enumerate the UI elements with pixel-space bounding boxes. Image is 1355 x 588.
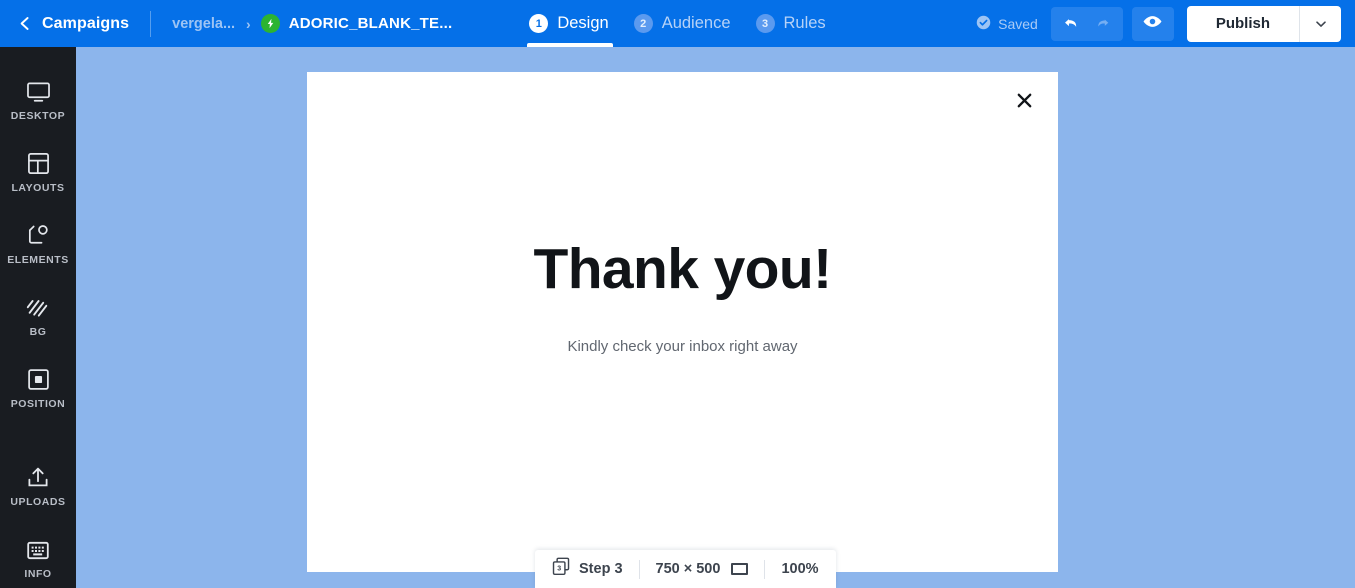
check-circle-icon [976, 15, 991, 33]
step-number-1: 1 [529, 14, 549, 33]
pages-stack-icon: 3 [552, 557, 571, 581]
sidebar-item-desktop[interactable]: DESKTOP [0, 63, 76, 135]
status-divider-2 [764, 559, 766, 579]
chevron-left-icon[interactable] [17, 16, 33, 32]
eye-icon [1142, 11, 1163, 37]
step-number-3: 3 [755, 14, 775, 33]
top-bar: Campaigns vergela... › ADORIC_BLANK_TE..… [0, 0, 1355, 47]
publish-button[interactable]: Publish [1187, 6, 1299, 42]
tab-audience[interactable]: 2 Audience [632, 0, 733, 47]
top-bar-actions: Saved Publish [976, 0, 1341, 47]
sidebar-label-desktop: DESKTOP [10, 109, 66, 122]
step-number-2: 2 [633, 14, 653, 33]
step-label: Step 3 [579, 561, 623, 577]
canvas-dimensions: 750 × 500 [655, 561, 721, 577]
bolt-icon [260, 14, 280, 33]
svg-text:3: 3 [557, 565, 561, 572]
preview-button[interactable] [1131, 6, 1174, 41]
step-label-audience: Audience [661, 14, 731, 32]
modal-subtext[interactable]: Kindly check your inbox right away [307, 338, 1058, 355]
breadcrumb-separator-icon: › [246, 15, 251, 32]
popup-modal-preview[interactable]: Thank you! Kindly check your inbox right… [307, 72, 1058, 572]
sidebar-item-bg[interactable]: BG [0, 279, 76, 351]
sidebar-label-position: POSITION [10, 397, 66, 410]
status-divider-1 [638, 559, 640, 579]
undo-arrow-icon[interactable] [1056, 9, 1087, 39]
breadcrumb: Campaigns vergela... › ADORIC_BLANK_TE..… [0, 0, 452, 47]
sidebar-item-position[interactable]: POSITION [0, 351, 76, 423]
sidebar-label-bg: BG [29, 325, 47, 338]
breadcrumb-account[interactable]: vergela... [172, 16, 235, 32]
sidebar-item-layouts[interactable]: LAYOUTS [0, 135, 76, 207]
modal-content: Thank you! Kindly check your inbox right… [307, 72, 1058, 572]
publish-group: Publish [1186, 5, 1341, 42]
sidebar-item-uploads[interactable]: UPLOADS [0, 449, 76, 521]
tab-design[interactable]: 1 Design [527, 0, 614, 47]
zoom-level[interactable]: 100% [781, 561, 818, 577]
elements-shapes-icon [26, 221, 50, 247]
breadcrumb-current: ADORIC_BLANK_TE... [288, 15, 453, 32]
rectangle-frame-icon[interactable] [731, 563, 749, 575]
sidebar-label-layouts: LAYOUTS [11, 181, 65, 194]
redo-arrow-icon[interactable] [1087, 9, 1118, 39]
sidebar-item-info[interactable]: INFO [0, 521, 76, 588]
saved-label: Saved [998, 15, 1038, 32]
campaigns-link[interactable]: Campaigns [42, 15, 129, 33]
sidebar-label-info: INFO [24, 567, 52, 580]
background-hatch-icon [26, 293, 50, 319]
sidebar-label-uploads: UPLOADS [10, 495, 66, 508]
canvas-status-bar: 3 Step 3 750 × 500 100% [535, 550, 836, 588]
breadcrumb-divider [150, 10, 152, 37]
modal-heading[interactable]: Thank you! [307, 241, 1058, 298]
position-square-icon [27, 365, 50, 391]
step-selector[interactable]: 3 Step 3 [552, 557, 623, 581]
tab-rules[interactable]: 3 Rules [754, 0, 828, 47]
keyboard-info-icon [26, 535, 50, 561]
status-badge: Saved [976, 15, 1038, 33]
sidebar-item-elements[interactable]: ELEMENTS [0, 207, 76, 279]
chevron-down-icon[interactable] [1299, 5, 1341, 42]
history-controls [1050, 6, 1123, 41]
layouts-grid-icon [27, 149, 50, 175]
step-label-rules: Rules [783, 14, 826, 32]
upload-arrow-icon [26, 463, 50, 489]
sidebar-label-elements: ELEMENTS [7, 253, 69, 266]
step-label-design: Design [557, 14, 609, 32]
design-canvas[interactable]: Thank you! Kindly check your inbox right… [76, 47, 1355, 588]
app-root: Campaigns vergela... › ADORIC_BLANK_TE..… [0, 0, 1355, 588]
monitor-icon [26, 77, 51, 103]
left-sidebar: DESKTOP LAYOUTS ELEMENTS BG POSITION UPL… [0, 47, 76, 588]
